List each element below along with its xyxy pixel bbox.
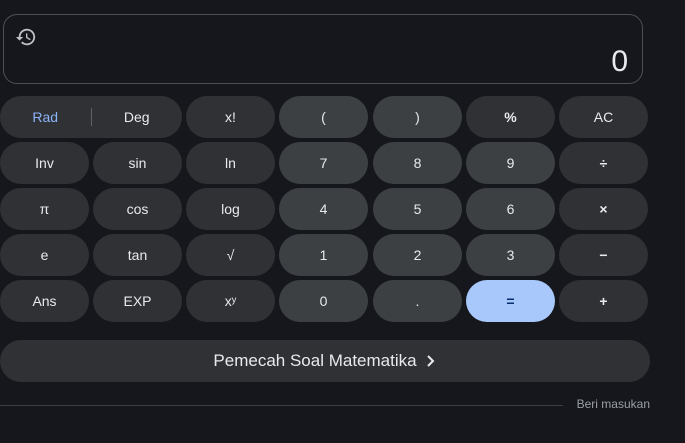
- chevron-right-icon: [425, 354, 437, 368]
- sqrt-button[interactable]: √: [186, 234, 275, 276]
- feedback-link[interactable]: Beri masukan: [577, 397, 650, 411]
- clear-button[interactable]: AC: [559, 96, 648, 138]
- footer-divider: [0, 405, 563, 406]
- log-button[interactable]: log: [186, 188, 275, 230]
- three-button[interactable]: 3: [466, 234, 555, 276]
- minus-button[interactable]: −: [559, 234, 648, 276]
- seven-button[interactable]: 7: [279, 142, 368, 184]
- calculator-display: 0: [3, 14, 643, 84]
- e-button[interactable]: e: [0, 234, 89, 276]
- sin-button[interactable]: sin: [93, 142, 182, 184]
- eight-button[interactable]: 8: [373, 142, 462, 184]
- one-button[interactable]: 1: [279, 234, 368, 276]
- tan-button[interactable]: tan: [93, 234, 182, 276]
- math-solver-button[interactable]: Pemecah Soal Matematika: [0, 340, 650, 382]
- open-paren-button[interactable]: (: [279, 96, 368, 138]
- exp-button[interactable]: EXP: [93, 280, 182, 322]
- deg-button[interactable]: Deg: [92, 96, 183, 138]
- plus-button[interactable]: +: [559, 280, 648, 322]
- ln-button[interactable]: ln: [186, 142, 275, 184]
- dot-button[interactable]: .: [373, 280, 462, 322]
- history-icon[interactable]: [15, 26, 37, 48]
- rad-button[interactable]: Rad: [0, 96, 91, 138]
- power-button[interactable]: xʸ: [186, 280, 275, 322]
- nine-button[interactable]: 9: [466, 142, 555, 184]
- inv-button[interactable]: Inv: [0, 142, 89, 184]
- percent-button[interactable]: %: [466, 96, 555, 138]
- angle-mode-toggle[interactable]: Rad Deg: [0, 96, 182, 138]
- pi-button[interactable]: π: [0, 188, 89, 230]
- factorial-button[interactable]: x!: [186, 96, 275, 138]
- multiply-button[interactable]: ×: [559, 188, 648, 230]
- five-button[interactable]: 5: [373, 188, 462, 230]
- equals-button[interactable]: =: [466, 280, 555, 322]
- math-solver-label: Pemecah Soal Matematika: [213, 351, 417, 370]
- close-paren-button[interactable]: ): [373, 96, 462, 138]
- cos-button[interactable]: cos: [93, 188, 182, 230]
- display-value: 0: [611, 45, 628, 78]
- divide-button[interactable]: ÷: [559, 142, 648, 184]
- ans-button[interactable]: Ans: [0, 280, 89, 322]
- two-button[interactable]: 2: [373, 234, 462, 276]
- zero-button[interactable]: 0: [279, 280, 368, 322]
- six-button[interactable]: 6: [466, 188, 555, 230]
- four-button[interactable]: 4: [279, 188, 368, 230]
